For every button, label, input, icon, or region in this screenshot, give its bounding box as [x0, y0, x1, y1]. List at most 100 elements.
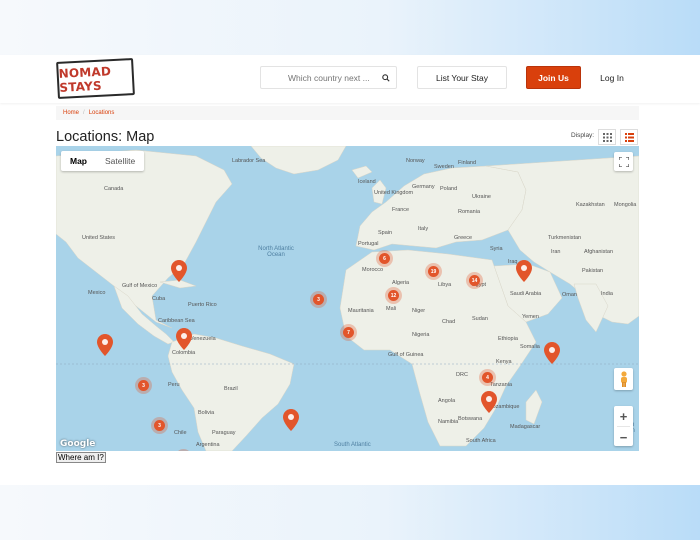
- site-logo[interactable]: NOMAD STAYS: [56, 58, 135, 99]
- search-input[interactable]: [261, 72, 377, 83]
- logo-text: NOMAD STAYS: [58, 63, 112, 95]
- map-cluster[interactable]: 6: [379, 253, 390, 264]
- zoom-in-button[interactable]: +: [614, 406, 633, 426]
- breadcrumb-home[interactable]: Home: [63, 110, 79, 116]
- map-type-control: Map Satellite: [61, 151, 145, 171]
- map-cluster[interactable]: 7: [343, 327, 354, 338]
- locations-map[interactable]: Labrador Sea Norway Sweden Finland Icela…: [56, 146, 639, 451]
- label-sudan: Sudan: [472, 316, 488, 322]
- google-attribution-logo: Google: [60, 439, 96, 449]
- label-mongolia: Mongolia: [614, 202, 637, 208]
- label-madagascar: Madagascar: [510, 424, 541, 430]
- label-pakistan: Pakistan: [582, 268, 604, 274]
- label-paraguay: Paraguay: [212, 430, 236, 436]
- label-yemen: Yemen: [522, 314, 539, 320]
- where-am-i-button[interactable]: Where am I?: [56, 452, 106, 463]
- map-cluster[interactable]: 14: [469, 275, 480, 286]
- label-angola: Angola: [438, 398, 456, 404]
- label-tanzania: Tanzania: [490, 382, 513, 388]
- map-type-map-button[interactable]: Map: [61, 151, 96, 171]
- map-cluster[interactable]: 19: [428, 266, 439, 277]
- label-sweden: Sweden: [434, 164, 454, 170]
- label-chad: Chad: [442, 319, 456, 325]
- join-us-button[interactable]: Join Us: [526, 66, 581, 89]
- label-spain: Spain: [378, 230, 393, 236]
- label-ethiopia: Ethiopia: [498, 336, 518, 342]
- display-label: Display:: [571, 132, 595, 139]
- search-box: [260, 66, 397, 89]
- label-bolivia: Bolivia: [198, 410, 215, 416]
- zoom-out-button[interactable]: −: [614, 427, 633, 447]
- map-cluster[interactable]: 12: [388, 290, 399, 301]
- label-afghanistan: Afghanistan: [584, 249, 614, 255]
- map-pin[interactable]: [176, 328, 192, 350]
- breadcrumb-separator: /: [83, 110, 85, 116]
- map-cluster[interactable]: 4: [482, 372, 493, 383]
- label-north-atlantic-ocean: North Atlantic Ocean: [258, 246, 294, 258]
- label-mauritania: Mauritania: [348, 308, 374, 314]
- label-puerto-rico: Puerto Rico: [188, 302, 217, 308]
- label-united-kingdom: United Kingdom: [374, 190, 414, 196]
- list-your-stay-button[interactable]: List Your Stay: [417, 66, 507, 89]
- street-view-pegman[interactable]: [614, 368, 633, 390]
- label-united-states: United States: [82, 235, 116, 241]
- map-cluster[interactable]: 3: [154, 420, 165, 431]
- label-kenya: Kenya: [496, 359, 512, 365]
- label-libya: Libya: [438, 282, 452, 288]
- label-colombia: Colombia: [172, 350, 196, 356]
- label-nigeria: Nigeria: [412, 332, 430, 338]
- label-argentina: Argentina: [196, 442, 220, 448]
- label-brazil: Brazil: [224, 386, 238, 392]
- label-south-africa: South Africa: [466, 438, 496, 444]
- label-finland: Finland: [458, 160, 477, 166]
- label-algeria: Algeria: [392, 280, 410, 286]
- list-view-button[interactable]: [620, 129, 638, 145]
- fullscreen-icon: [618, 156, 629, 167]
- label-poland: Poland: [440, 186, 458, 192]
- label-venezuela: Venezuela: [190, 336, 216, 342]
- label-iran: Iran: [551, 249, 561, 255]
- label-syria: Syria: [490, 246, 503, 252]
- map-pin[interactable]: [97, 334, 113, 356]
- label-ukraine: Ukraine: [472, 194, 491, 200]
- label-norway: Norway: [406, 158, 425, 164]
- label-caribbean-sea: Caribbean Sea: [158, 318, 195, 324]
- label-somalia: Somalia: [520, 344, 540, 350]
- map-pin[interactable]: [544, 342, 560, 364]
- site-header: NOMAD STAYS List Your Stay Join Us Log I…: [0, 55, 700, 103]
- label-italy: Italy: [418, 226, 429, 232]
- label-niger: Niger: [412, 308, 426, 314]
- map-pin[interactable]: [283, 409, 299, 431]
- log-in-link[interactable]: Log In: [593, 66, 631, 89]
- label-gulf-of-mexico: Gulf of Mexico: [122, 283, 158, 289]
- label-namibia: Namibia: [438, 419, 459, 425]
- label-cuba: Cuba: [152, 296, 166, 302]
- label-kazakhstan: Kazakhstan: [576, 202, 605, 208]
- map-cluster[interactable]: 3: [138, 380, 149, 391]
- map-type-satellite-button[interactable]: Satellite: [96, 151, 144, 171]
- label-peru: Peru: [168, 382, 180, 388]
- label-botswana: Botswana: [458, 416, 483, 422]
- pegman-icon: [620, 371, 627, 387]
- map-pin[interactable]: [171, 260, 187, 282]
- breadcrumb-locations[interactable]: Locations: [89, 110, 115, 116]
- page-title: Locations: Map: [56, 129, 155, 145]
- grid-view-button[interactable]: [598, 129, 616, 145]
- label-mali: Mali: [386, 306, 397, 312]
- zoom-control: + −: [614, 406, 633, 446]
- map-pin[interactable]: [516, 260, 532, 282]
- map-cluster[interactable]: 3: [313, 294, 324, 305]
- label-turkmenistan: Turkmenistan: [548, 235, 582, 241]
- label-india: India: [601, 291, 613, 297]
- label-south-atlantic-ocean: South Atlantic: [334, 442, 371, 448]
- label-iceland: Iceland: [358, 179, 376, 185]
- label-oman: Oman: [562, 292, 577, 298]
- label-drc: DRC: [456, 372, 468, 378]
- label-gulf-of-guinea: Gulf of Guinea: [388, 352, 424, 358]
- search-icon[interactable]: [377, 69, 395, 87]
- label-portugal: Portugal: [358, 241, 379, 247]
- label-labrador-sea: Labrador Sea: [232, 158, 266, 164]
- fullscreen-button[interactable]: [614, 152, 633, 171]
- label-greece: Greece: [454, 235, 473, 241]
- map-pin[interactable]: [481, 391, 497, 413]
